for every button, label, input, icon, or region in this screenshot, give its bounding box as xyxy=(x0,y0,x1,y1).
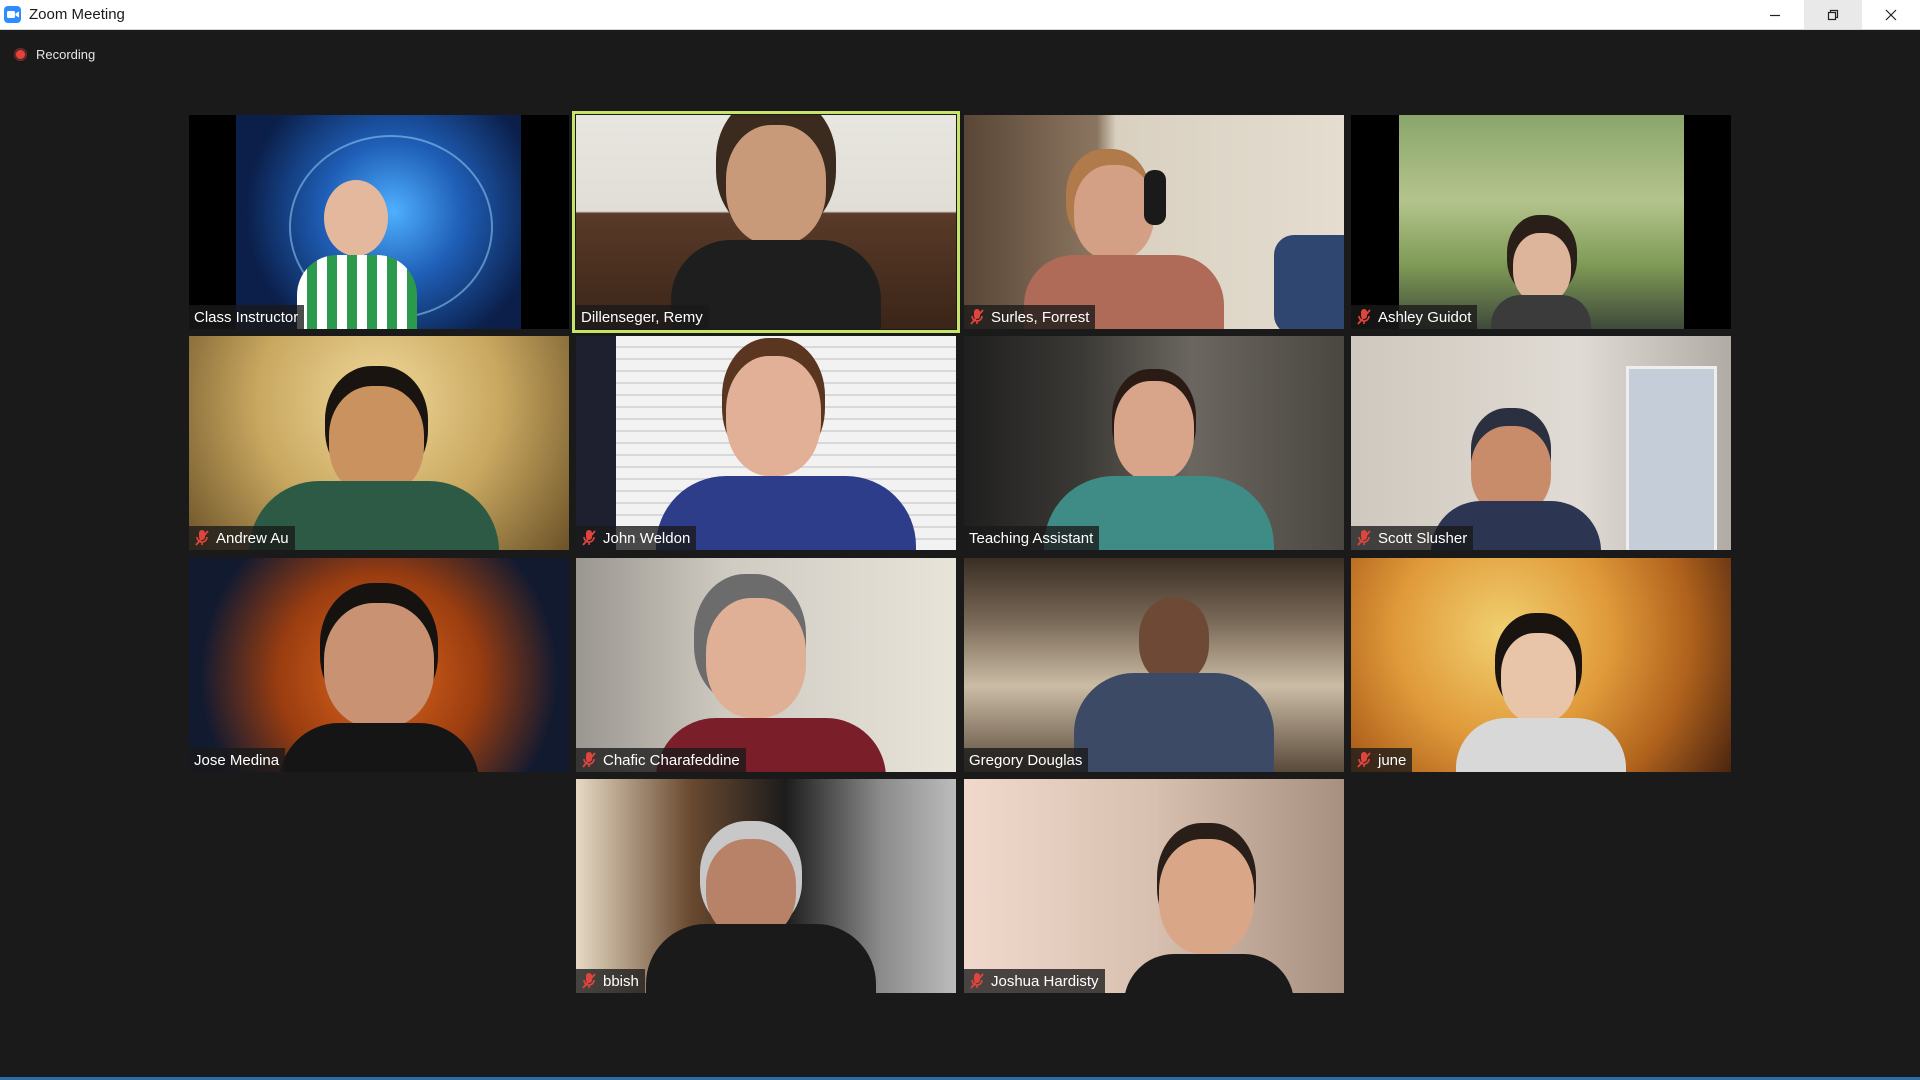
participant-tile[interactable]: Jose Medina xyxy=(189,558,569,772)
participant-name: Class Instructor xyxy=(194,308,299,326)
participant-name: Gregory Douglas xyxy=(969,751,1083,769)
participant-name: Surles, Forrest xyxy=(991,308,1090,326)
participant-video xyxy=(1351,558,1731,772)
participant-tile[interactable]: bbish xyxy=(576,779,956,993)
participant-name-tag: Teaching Assistant xyxy=(964,526,1100,550)
participant-video xyxy=(964,115,1344,329)
participant-video xyxy=(576,336,956,550)
participant-tile[interactable]: Ashley Guidot xyxy=(1351,115,1731,329)
participant-tile[interactable]: Andrew Au xyxy=(189,336,569,550)
participant-name-tag: Ashley Guidot xyxy=(1351,305,1478,329)
participant-tile[interactable]: Class Instructor xyxy=(189,115,569,329)
participant-tile-active-speaker[interactable]: Dillenseger, Remy xyxy=(572,111,960,333)
participant-tile[interactable]: Joshua Hardisty xyxy=(964,779,1344,993)
participant-tile[interactable]: Scott Slusher xyxy=(1351,336,1731,550)
participant-name: bbish xyxy=(603,972,639,990)
muted-mic-icon xyxy=(1356,308,1372,326)
muted-mic-icon xyxy=(581,972,597,990)
participant-name: Joshua Hardisty xyxy=(991,972,1099,990)
participant-video xyxy=(1351,336,1731,550)
participant-name-tag: bbish xyxy=(576,969,645,993)
muted-mic-icon xyxy=(969,308,985,326)
participant-tile[interactable]: Chafic Charafeddine xyxy=(576,558,956,772)
participant-name-tag: Surles, Forrest xyxy=(964,305,1096,329)
participant-name-tag: Jose Medina xyxy=(189,748,286,772)
participant-name: Ashley Guidot xyxy=(1378,308,1472,326)
participant-name-tag: Chafic Charafeddine xyxy=(576,748,746,772)
participant-name: Jose Medina xyxy=(194,751,280,769)
muted-mic-icon xyxy=(581,529,597,547)
participant-name-tag: Dillenseger, Remy xyxy=(576,305,709,329)
muted-mic-icon xyxy=(581,751,597,769)
participant-name: Dillenseger, Remy xyxy=(581,308,703,326)
participant-name: Andrew Au xyxy=(216,529,289,547)
participant-video xyxy=(189,558,569,772)
muted-mic-icon xyxy=(1356,529,1372,547)
participant-name: june xyxy=(1378,751,1407,769)
participant-name-tag: Andrew Au xyxy=(189,526,295,550)
gallery-view: Class Instructor Dillenseger, Remy Surle… xyxy=(0,0,1920,1080)
participant-name-tag: Gregory Douglas xyxy=(964,748,1089,772)
participant-video xyxy=(189,115,569,329)
participant-video xyxy=(576,115,956,329)
muted-mic-icon xyxy=(969,972,985,990)
participant-video xyxy=(964,558,1344,772)
participant-name: Scott Slusher xyxy=(1378,529,1468,547)
participant-video xyxy=(964,336,1344,550)
participant-video xyxy=(189,336,569,550)
muted-mic-icon xyxy=(194,529,210,547)
participant-name-tag: june xyxy=(1351,748,1413,772)
participant-tile[interactable]: Surles, Forrest xyxy=(964,115,1344,329)
participant-name-tag: John Weldon xyxy=(576,526,697,550)
participant-name-tag: Scott Slusher xyxy=(1351,526,1474,550)
muted-mic-icon xyxy=(1356,751,1372,769)
participant-tile[interactable]: june xyxy=(1351,558,1731,772)
participant-tile[interactable]: Teaching Assistant xyxy=(964,336,1344,550)
participant-name: John Weldon xyxy=(603,529,691,547)
participant-name: Chafic Charafeddine xyxy=(603,751,740,769)
participant-name-tag: Class Instructor xyxy=(189,305,305,329)
participant-video xyxy=(576,779,956,993)
participant-tile[interactable]: Gregory Douglas xyxy=(964,558,1344,772)
participant-video xyxy=(576,558,956,772)
participant-tile[interactable]: John Weldon xyxy=(576,336,956,550)
participant-video xyxy=(964,779,1344,993)
participant-name-tag: Joshua Hardisty xyxy=(964,969,1105,993)
participant-video xyxy=(1351,115,1731,329)
participant-name: Teaching Assistant xyxy=(969,529,1094,547)
